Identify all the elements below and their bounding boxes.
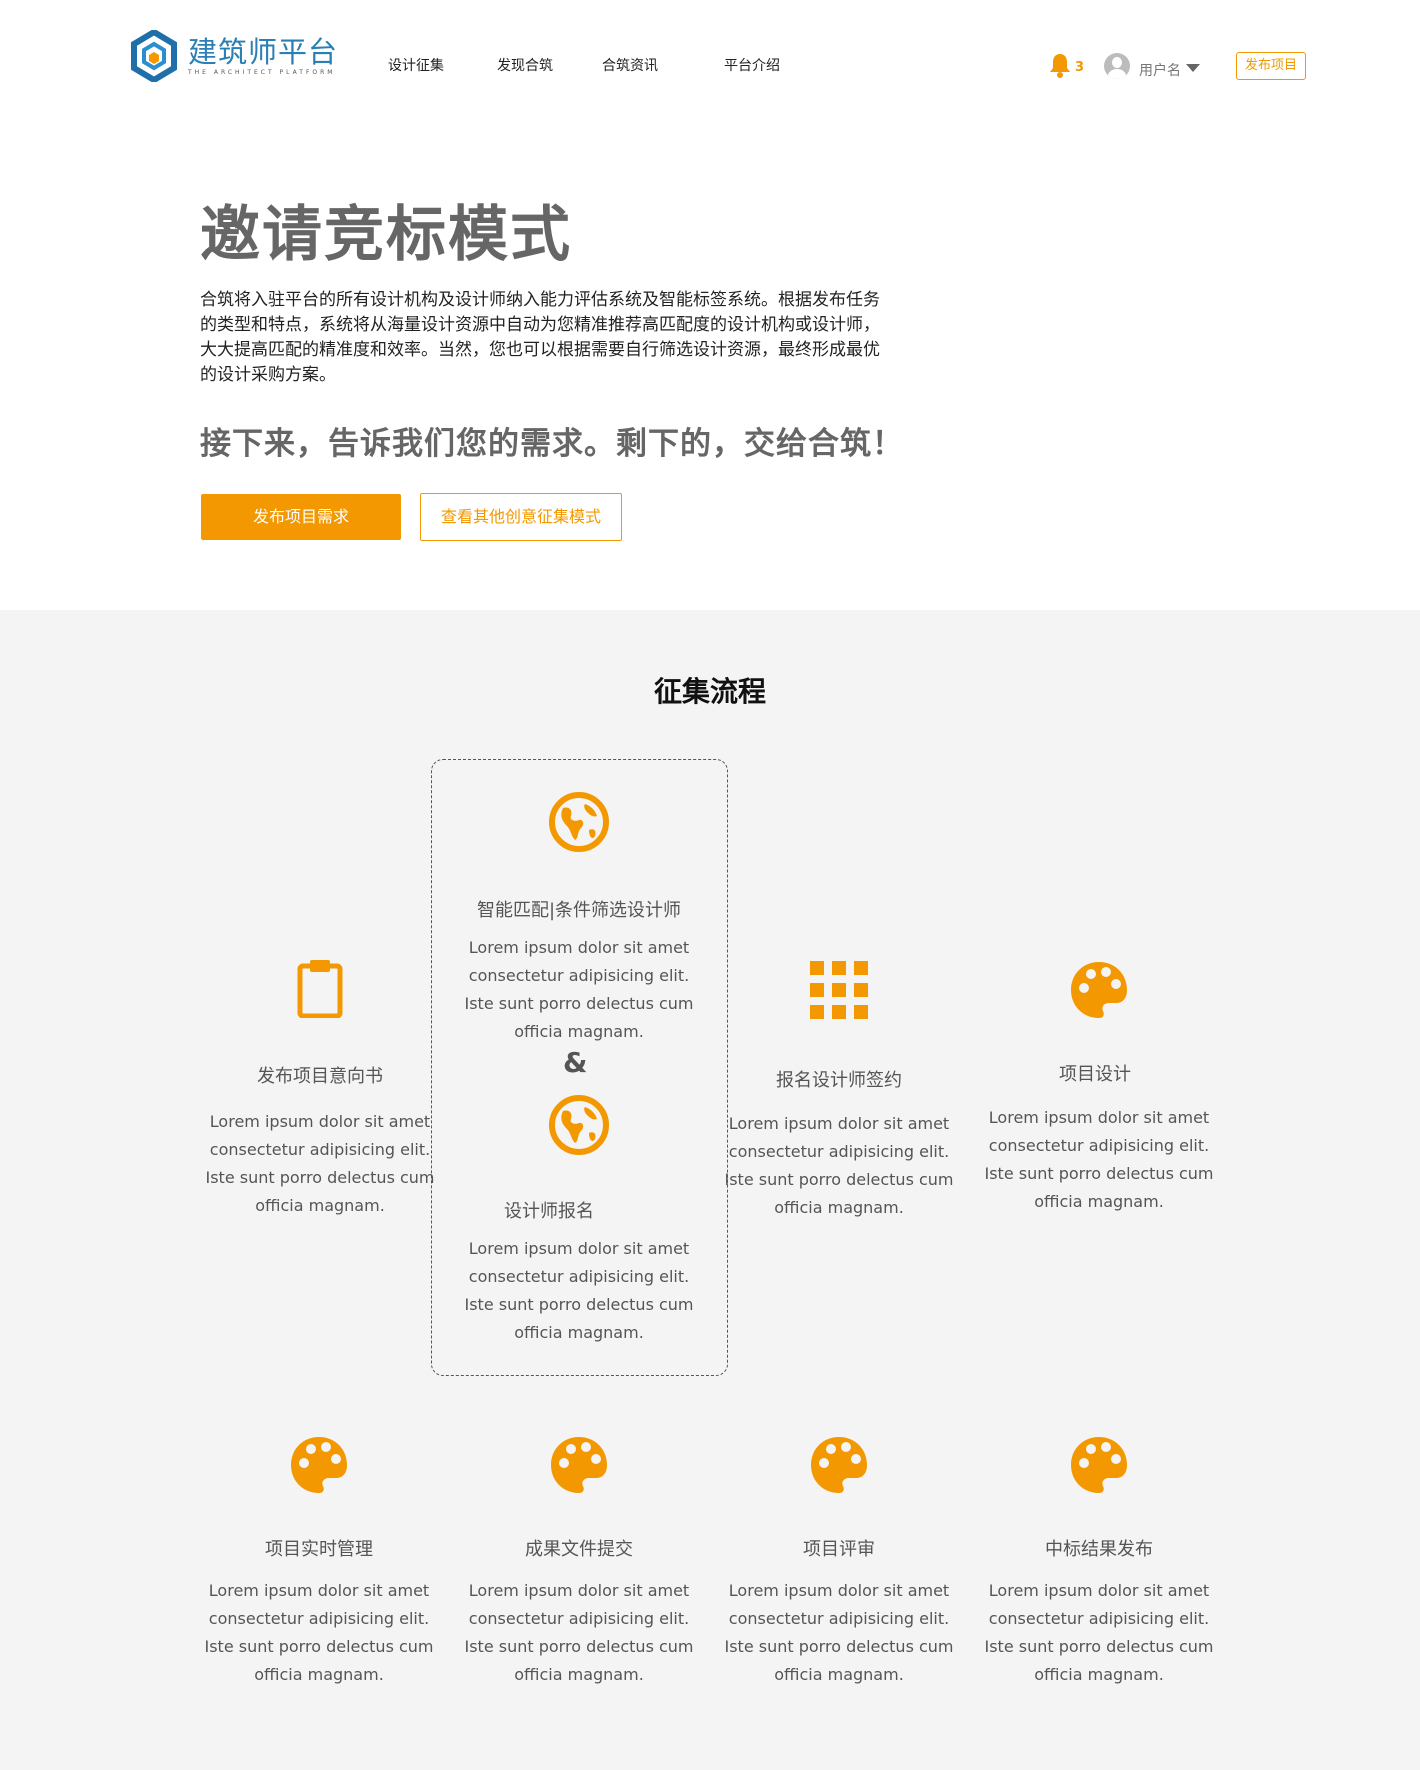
step-name: 智能匹配|条件筛选设计师: [476, 900, 682, 921]
step-description: Lorem ipsum dolor sit amet consectetur a…: [464, 938, 694, 1041]
logo-title: 建筑师平台: [188, 34, 339, 69]
palette-icon: [291, 1437, 347, 1493]
process-title: 征集流程: [653, 675, 766, 708]
palette-icon: [551, 1437, 607, 1493]
step-name: 项目设计: [1059, 1064, 1131, 1085]
step-description: Lorem ipsum dolor sit amet consectetur a…: [984, 1581, 1214, 1684]
view-other-modes-button[interactable]: 查看其他创意征集模式: [420, 493, 622, 541]
step-name: 项目评审: [803, 1539, 875, 1560]
logo[interactable]: 建筑师平台 THE ARCHITECT PLATFORM: [128, 28, 338, 84]
nav-news[interactable]: 合筑资讯: [602, 55, 658, 75]
step-name: 项目实时管理: [265, 1539, 373, 1560]
ampersand: &: [563, 1046, 588, 1079]
bell-icon[interactable]: [1047, 52, 1073, 78]
logo-icon: [131, 30, 177, 82]
site-header: 建筑师平台 THE ARCHITECT PLATFORM 设计征集 发现合筑 合…: [0, 0, 1420, 130]
hero-subtitle: 接下来，告诉我们您的需求。剩下的，交给合筑！: [200, 426, 904, 462]
step-description: Lorem ipsum dolor sit amet consectetur a…: [724, 1114, 954, 1217]
step-description: Lorem ipsum dolor sit amet consectetur a…: [724, 1581, 954, 1684]
hero-description: 合筑将入驻平台的所有设计机构及设计师纳入能力评估系统及智能标签系统。根据发布任务…: [200, 290, 880, 385]
chevron-down-icon[interactable]: [1186, 64, 1200, 72]
grid-icon: [810, 961, 868, 1019]
step-name: 成果文件提交: [525, 1539, 633, 1560]
step-name: 中标结果发布: [1045, 1539, 1153, 1560]
palette-icon: [1071, 962, 1127, 1018]
step-name: 发布项目意向书: [257, 1066, 383, 1087]
avatar[interactable]: [1104, 53, 1130, 79]
palette-icon: [811, 1437, 867, 1493]
step-name: 报名设计师签约: [776, 1070, 902, 1091]
publish-project-button[interactable]: 发布项目: [1236, 52, 1306, 80]
page-title: 邀请竞标模式: [200, 200, 572, 270]
nav-discover[interactable]: 发现合筑: [497, 55, 553, 75]
logo-subtitle: THE ARCHITECT PLATFORM: [188, 68, 336, 76]
nav-about[interactable]: 平台介绍: [724, 55, 780, 75]
step-description: Lorem ipsum dolor sit amet consectetur a…: [984, 1108, 1214, 1211]
clipboard-icon: [297, 960, 343, 1018]
notification-count: 3: [1075, 60, 1085, 75]
globe-icon: [549, 1095, 609, 1155]
nav-design-collection[interactable]: 设计征集: [388, 55, 444, 75]
username[interactable]: 用户名: [1139, 60, 1181, 80]
publish-requirement-button[interactable]: 发布项目需求: [201, 494, 401, 540]
step-description: Lorem ipsum dolor sit amet consectetur a…: [464, 1239, 694, 1342]
globe-icon: [549, 792, 609, 852]
step-description: Lorem ipsum dolor sit amet consectetur a…: [464, 1581, 694, 1684]
palette-icon: [1071, 1437, 1127, 1493]
step-description: Lorem ipsum dolor sit amet consectetur a…: [205, 1112, 435, 1215]
step-name: 设计师报名: [504, 1201, 594, 1222]
step-description: Lorem ipsum dolor sit amet consectetur a…: [204, 1581, 434, 1684]
